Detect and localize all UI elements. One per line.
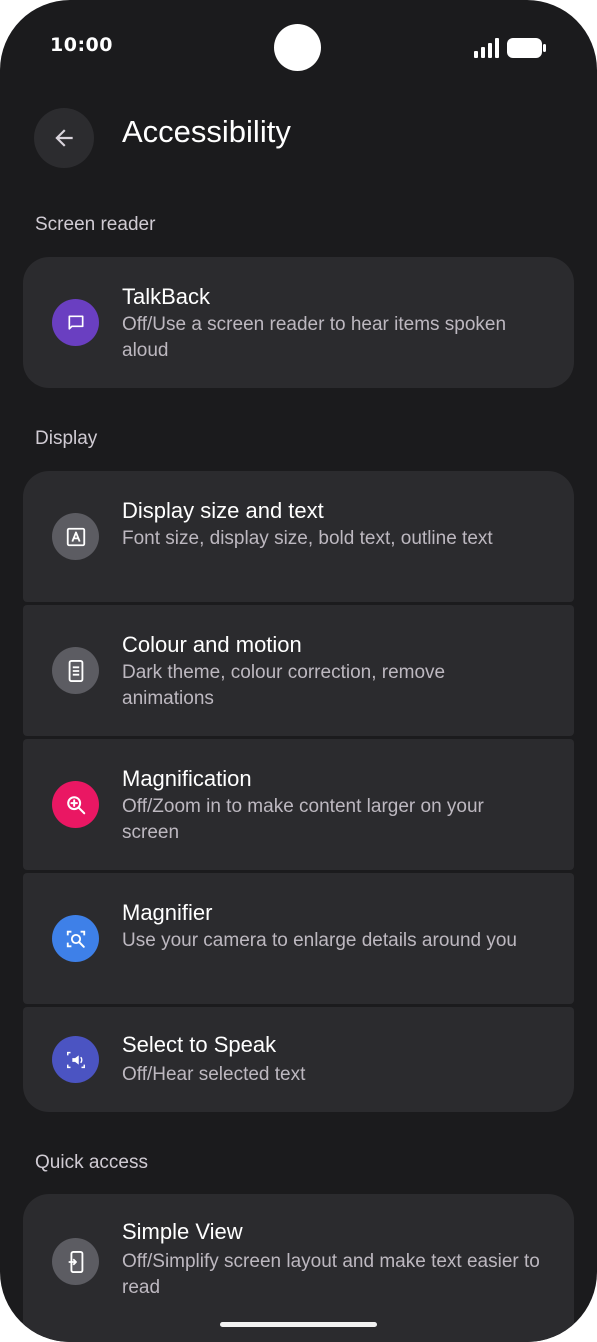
- colour-motion-title: Colour and motion: [122, 632, 302, 657]
- simple-view-item[interactable]: Simple View Off/Simplify screen layout a…: [23, 1194, 574, 1342]
- simple-view-title: Simple View: [122, 1219, 243, 1244]
- camera-cutout: [274, 24, 321, 71]
- back-button[interactable]: [34, 108, 94, 168]
- simple-view-subtitle: Off/Simplify screen layout and make text…: [122, 1251, 540, 1298]
- display-size-item[interactable]: Display size and text Font size, display…: [23, 471, 574, 602]
- phone-screen: 10:00 Accessibility Screen reader TalkBa…: [0, 0, 597, 1342]
- page-title: Accessibility: [122, 114, 291, 149]
- signal-icon: [474, 38, 499, 58]
- magnifier-title: Magnifier: [122, 900, 213, 925]
- talkback-subtitle: Off/Use a screen reader to hear items sp…: [122, 314, 507, 361]
- colour-motion-subtitle: Dark theme, colour correction, remove an…: [122, 662, 446, 709]
- select-to-speak-item[interactable]: Select to Speak Off/Hear selected text: [23, 1007, 574, 1112]
- magnifier-item[interactable]: Magnifier Use your camera to enlarge det…: [23, 873, 574, 1004]
- simple-view-icon: [52, 1238, 99, 1285]
- talkback-item[interactable]: TalkBack Off/Use a screen reader to hear…: [23, 257, 574, 388]
- talkback-title: TalkBack: [122, 284, 211, 309]
- colour-motion-item[interactable]: Colour and motion Dark theme, colour cor…: [23, 605, 574, 736]
- display-size-subtitle: Font size, display size, bold text, outl…: [122, 528, 493, 549]
- magnification-item[interactable]: Magnification Off/Zoom in to make conten…: [23, 739, 574, 870]
- select-to-speak-title: Select to Speak: [122, 1032, 277, 1057]
- arrow-back-icon: [55, 129, 73, 147]
- magnification-title: Magnification: [122, 766, 252, 791]
- magnifier-subtitle: Use your camera to enlarge details aroun…: [122, 930, 518, 951]
- section-header-screen-reader: Screen reader: [35, 214, 156, 235]
- section-header-display: Display: [35, 428, 98, 449]
- home-indicator[interactable]: [220, 1322, 377, 1327]
- section-header-quick-access: Quick access: [35, 1152, 148, 1173]
- zoom-in-icon: [52, 781, 99, 828]
- status-time: 10:00: [50, 34, 113, 56]
- select-to-speak-subtitle: Off/Hear selected text: [122, 1064, 306, 1085]
- camera-zoom-icon: [52, 915, 99, 962]
- top-app-bar: Accessibility: [0, 104, 597, 170]
- battery-icon: [507, 38, 546, 58]
- speaker-select-icon: [52, 1036, 99, 1083]
- display-size-title: Display size and text: [122, 498, 324, 523]
- status-bar: 10:00: [0, 0, 597, 96]
- phone-display-icon: [52, 647, 99, 694]
- chat-bubble-icon: [52, 299, 99, 346]
- magnification-subtitle: Off/Zoom in to make content larger on yo…: [122, 796, 484, 843]
- text-format-icon: [52, 513, 99, 560]
